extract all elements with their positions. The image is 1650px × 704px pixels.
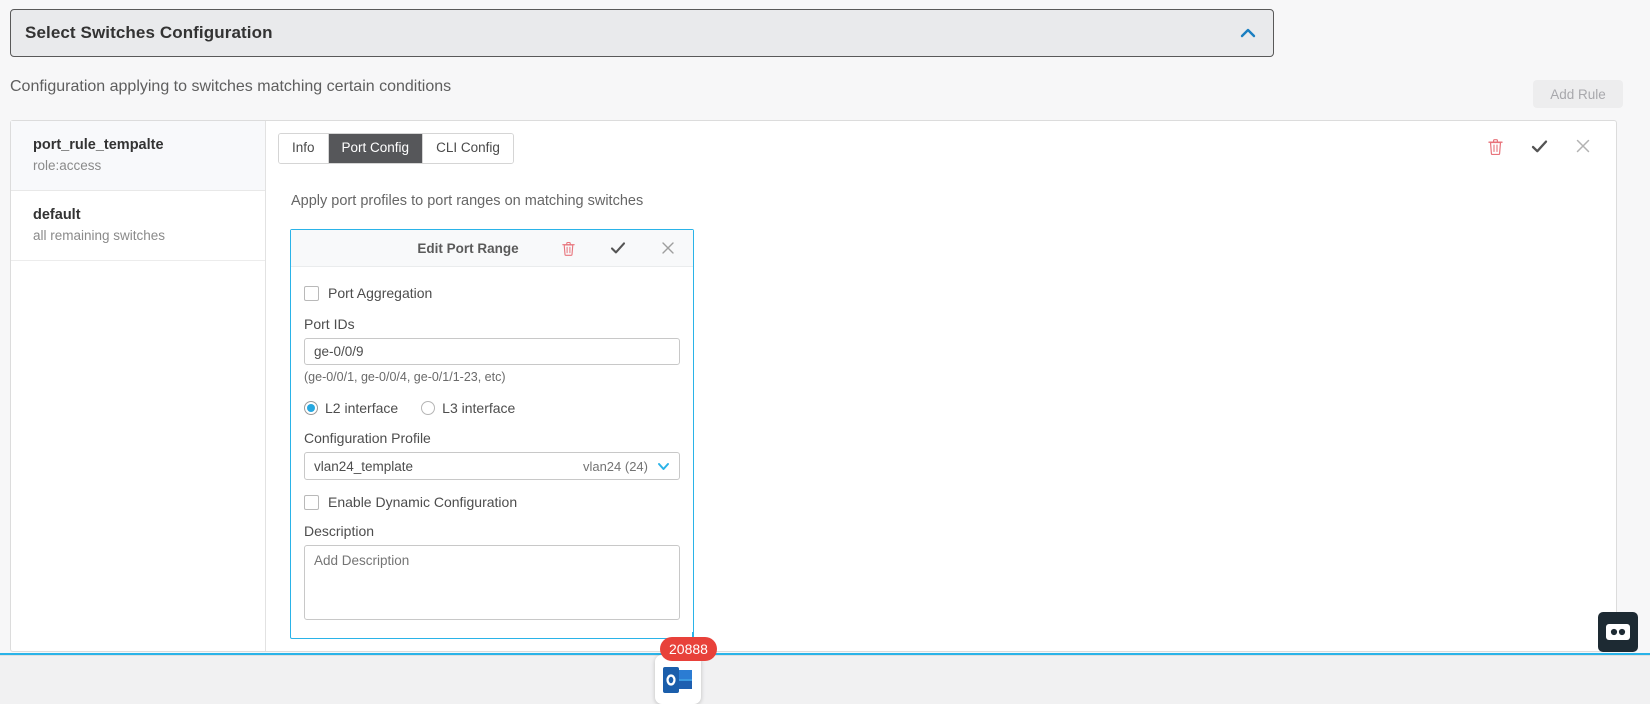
configuration-profile-label: Configuration Profile [304,430,680,446]
rule-list: port_rule_tempalte role:access default a… [11,121,266,651]
select-switches-configuration-header[interactable]: Select Switches Configuration [10,9,1274,57]
outlook-app-icon[interactable] [655,655,701,704]
chat-widget-icon[interactable] [1598,612,1638,652]
close-icon[interactable] [657,237,679,259]
rule-name: default [33,207,265,223]
rule-tabs: Info Port Config CLI Config [278,133,514,164]
edit-port-range-card: Edit Port Range [290,229,694,639]
port-ids-label: Port IDs [304,316,680,332]
notification-count-badge: 20888 [660,637,717,661]
apply-port-profiles-hint: Apply port profiles to port ranges on ma… [291,193,643,209]
tab-port-config[interactable]: Port Config [329,134,424,163]
accent-horizontal-line [0,653,1650,655]
edit-port-range-actions [557,230,679,266]
rule-name: port_rule_tempalte [33,137,265,153]
port-aggregation-checkbox-row[interactable]: Port Aggregation [304,285,680,301]
chevron-down-icon[interactable] [656,459,671,474]
edit-port-range-header: Edit Port Range [291,230,693,267]
taskbar-strip [0,655,1650,704]
configuration-profile-value: vlan24_template [314,459,583,474]
port-ids-input[interactable] [304,338,680,365]
tab-info[interactable]: Info [279,134,329,163]
l2-interface-label: L2 interface [325,400,398,416]
page-title: Select Switches Configuration [25,23,273,43]
rules-panel: port_rule_tempalte role:access default a… [10,120,1617,652]
chevron-up-icon[interactable] [1237,22,1259,44]
l3-interface-radio[interactable] [421,401,435,415]
configuration-profile-meta: vlan24 (24) [583,459,648,474]
rule-list-item-default[interactable]: default all remaining switches [11,191,265,261]
enable-dynamic-configuration-row[interactable]: Enable Dynamic Configuration [304,494,680,510]
rule-detail: Info Port Config CLI Config [266,121,1616,651]
rule-sub: role:access [33,158,265,173]
description-textarea[interactable] [304,545,680,620]
edit-port-range-body: Port Aggregation Port IDs (ge-0/0/1, ge-… [291,267,693,625]
configuration-profile-select[interactable]: vlan24_template vlan24 (24) [304,452,680,480]
port-aggregation-checkbox[interactable] [304,286,319,301]
tab-cli-config[interactable]: CLI Config [423,134,513,163]
radio-option-l3-interface[interactable]: L3 interface [421,400,515,416]
close-icon[interactable] [1572,135,1594,157]
l2-interface-radio[interactable] [304,401,318,415]
port-aggregation-label: Port Aggregation [328,285,432,301]
section-subtitle: Configuration applying to switches match… [10,78,451,96]
rule-list-item-port-rule-tempalte[interactable]: port_rule_tempalte role:access [11,121,265,191]
edit-port-range-title: Edit Port Range [417,241,518,256]
trash-icon[interactable] [1484,135,1506,157]
app-root: Select Switches Configuration Configurat… [0,0,1650,704]
interface-mode-radio-group: L2 interface L3 interface [304,400,680,416]
add-rule-button[interactable]: Add Rule [1533,80,1623,108]
description-label: Description [304,523,680,539]
enable-dynamic-configuration-label: Enable Dynamic Configuration [328,494,517,510]
enable-dynamic-configuration-checkbox[interactable] [304,495,319,510]
rule-row-actions [1484,135,1594,157]
check-icon[interactable] [607,237,629,259]
l3-interface-label: L3 interface [442,400,515,416]
rule-sub: all remaining switches [33,228,265,243]
trash-icon[interactable] [557,237,579,259]
port-ids-hint: (ge-0/0/1, ge-0/0/4, ge-0/1/1-23, etc) [304,370,680,384]
check-icon[interactable] [1528,135,1550,157]
radio-option-l2-interface[interactable]: L2 interface [304,400,398,416]
